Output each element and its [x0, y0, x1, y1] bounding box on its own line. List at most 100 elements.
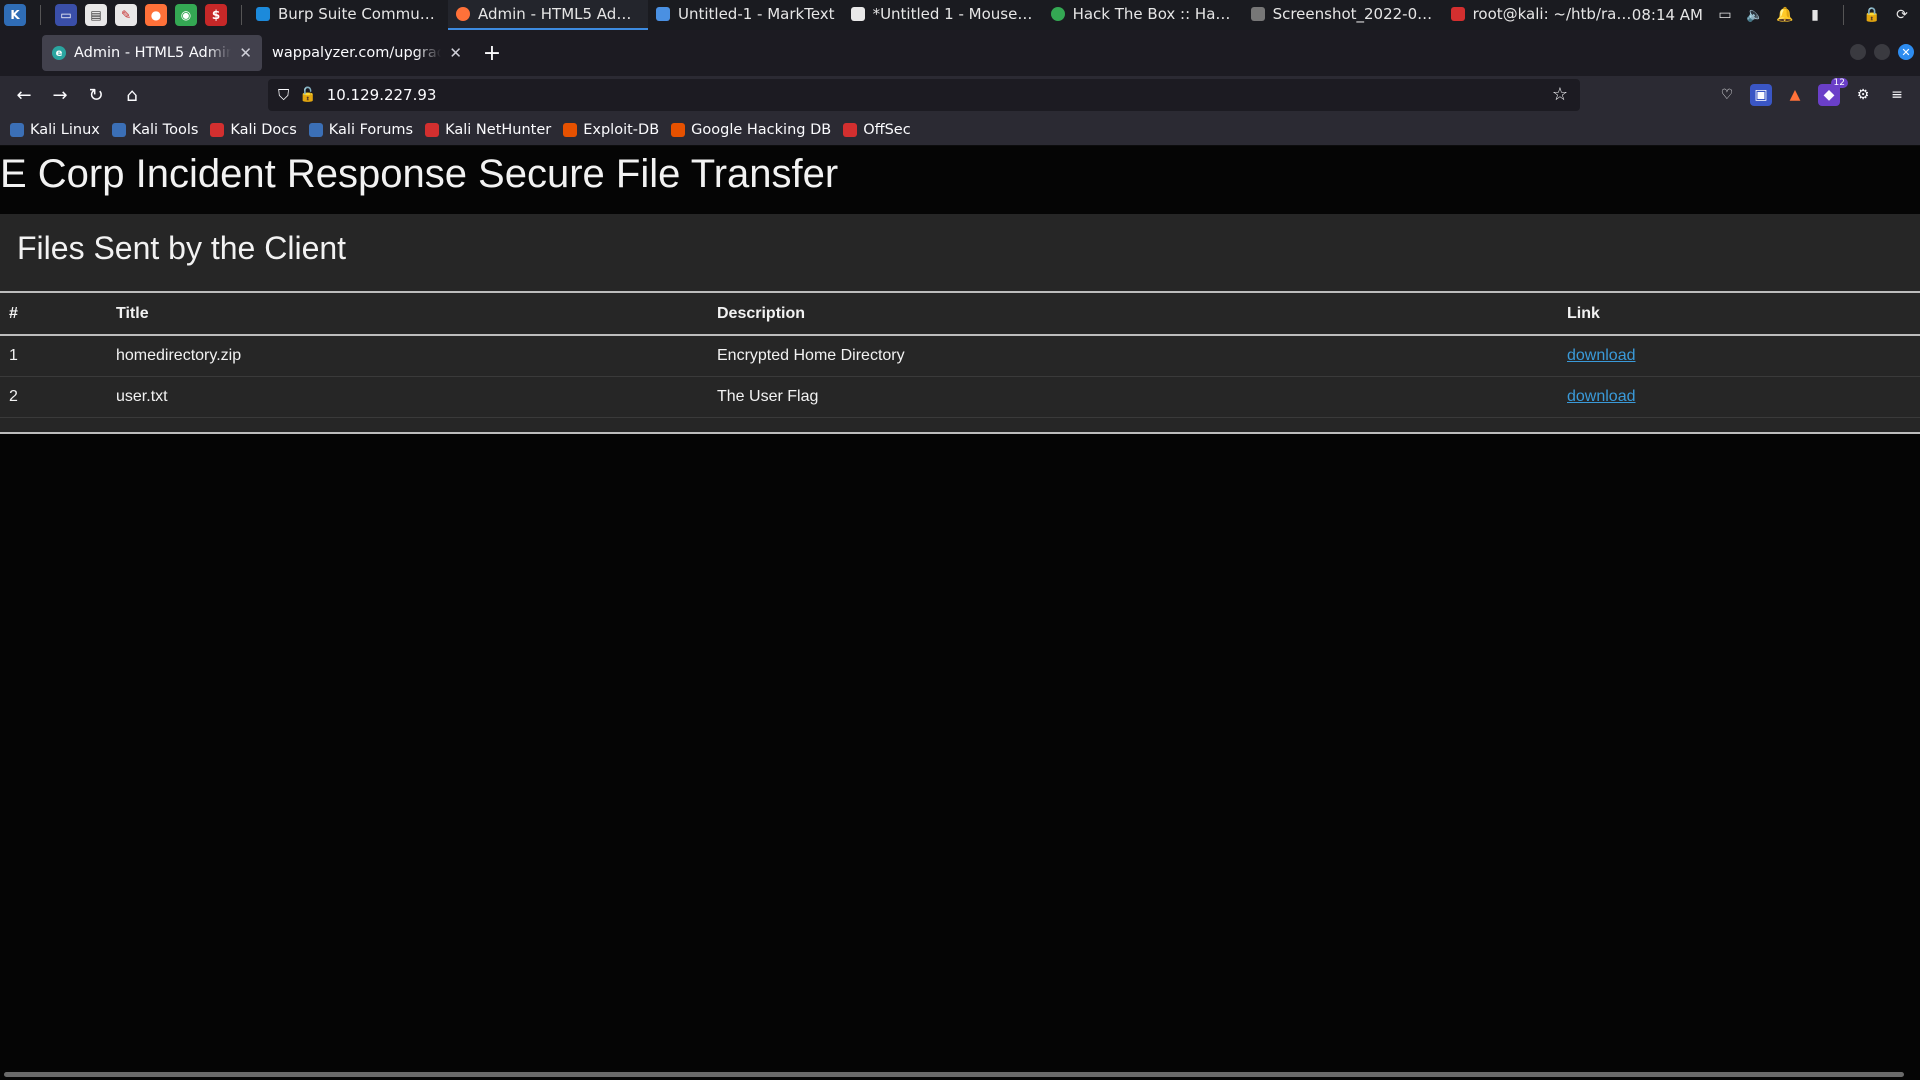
url-text[interactable]: 10.129.227.93: [327, 86, 437, 104]
taskbar-separator: [1843, 5, 1844, 25]
column-header-title: Title: [107, 293, 708, 336]
taskbar-separator: [40, 5, 41, 25]
close-tab-icon[interactable]: ✕: [239, 44, 252, 62]
browser-tab-strip: e Admin - HTML5 Admin Te ✕ wappalyzer.co…: [0, 30, 1920, 76]
download-link[interactable]: download: [1567, 347, 1636, 364]
taskbar-task-terminal[interactable]: root@kali: ~/htb/ransom: [1443, 0, 1632, 30]
site-favicon-icon: e: [52, 46, 66, 60]
task-label: Untitled-1 - MarkText: [678, 5, 835, 23]
minimize-button[interactable]: [1850, 44, 1866, 60]
bookmark-label: Kali Linux: [30, 121, 100, 138]
bookmark-exploit-db[interactable]: Exploit-DB: [563, 122, 659, 138]
download-link[interactable]: download: [1567, 388, 1636, 405]
horizontal-scrollbar[interactable]: [4, 1072, 1904, 1077]
web-page: E Corp Incident Response Secure File Tra…: [0, 146, 1920, 1080]
browser-tab-wappalyzer[interactable]: wappalyzer.com/upgraded/? ✕: [262, 35, 472, 71]
forward-arrow-icon[interactable]: →: [44, 79, 76, 111]
table-row: 2 user.txt The User Flag download: [0, 376, 1920, 418]
window-controls: ✕: [1850, 44, 1914, 60]
close-tab-icon[interactable]: ✕: [449, 44, 462, 62]
pocket-icon[interactable]: ♡: [1716, 84, 1738, 106]
bookmark-label: OffSec: [863, 121, 911, 138]
tracking-shield-icon[interactable]: ⛉: [278, 86, 289, 104]
cell-link: download: [1558, 335, 1920, 377]
url-bar[interactable]: ⛉ 🔓 10.129.227.93 ☆: [268, 79, 1580, 111]
taskbar-task-chrome[interactable]: Hack The Box :: Hack Th...: [1043, 0, 1243, 30]
launcher-group: K ▭ ▤ ✎ ● ◉ $: [0, 0, 248, 30]
bookmark-offsec[interactable]: OffSec: [843, 122, 911, 138]
firefox-icon[interactable]: ●: [145, 4, 167, 26]
bookmark-kali-docs[interactable]: Kali Docs: [210, 121, 297, 138]
file-manager-icon[interactable]: ▤: [85, 4, 107, 26]
taskbar-task-screenshot[interactable]: Screenshot_2022-06-0...: [1243, 0, 1443, 30]
firefox-icon: [456, 7, 470, 21]
bookmark-kali-nethunter[interactable]: Kali NetHunter: [425, 122, 551, 138]
bookmark-kali-linux[interactable]: Kali Linux: [10, 122, 100, 138]
bookmark-google-hacking-db[interactable]: Google Hacking DB: [671, 122, 831, 138]
kali-icon: [10, 122, 24, 137]
bookmark-label: Kali Docs: [230, 121, 297, 138]
display-icon[interactable]: ▭: [1717, 7, 1733, 23]
bookmark-star-icon[interactable]: ☆: [1552, 84, 1568, 105]
ghdb-icon: [671, 122, 686, 137]
cell-title: user.txt: [107, 376, 708, 418]
cell-description: Encrypted Home Directory: [708, 335, 1558, 377]
exploit-db-icon: [563, 122, 578, 137]
maximize-button[interactable]: [1874, 44, 1890, 60]
chrome-icon[interactable]: ◉: [175, 4, 197, 26]
kali-menu-icon[interactable]: K: [4, 4, 26, 26]
cell-link: download: [1558, 376, 1920, 418]
lock-icon[interactable]: 🔒: [1863, 7, 1880, 23]
desktop-icon[interactable]: ▭: [55, 4, 77, 26]
marktext-icon: [656, 7, 670, 21]
terminal-icon[interactable]: $: [205, 4, 227, 26]
notification-bell-icon[interactable]: 🔔: [1776, 7, 1793, 23]
taskbar-separator: [241, 5, 242, 25]
new-tab-button[interactable]: +: [476, 37, 508, 69]
taskbar-task-mousepad[interactable]: *Untitled 1 - Mousepad: [843, 0, 1043, 30]
taskbar-tasks: Burp Suite Community E... Admin - HTML5 …: [248, 0, 1632, 30]
bookmark-label: Kali NetHunter: [445, 121, 552, 138]
close-window-button[interactable]: ✕: [1898, 44, 1914, 60]
task-label: root@kali: ~/htb/ransom: [1472, 5, 1632, 23]
taskbar-task-burp[interactable]: Burp Suite Community E...: [248, 0, 448, 30]
battery-icon[interactable]: ▮: [1807, 7, 1823, 23]
padlock-icon[interactable]: 🔓: [299, 87, 316, 103]
back-arrow-icon[interactable]: ←: [8, 79, 40, 111]
cell-number: 2: [0, 376, 107, 418]
browser-navbar: ← → ↻ ⌂ ⛉ 🔓 10.129.227.93 ☆ ♡ ▣ ▲ ◆ 12 ⚙ …: [0, 76, 1920, 114]
offsec-icon: [843, 122, 858, 137]
cell-number: 1: [0, 335, 107, 377]
hamburger-menu-icon[interactable]: ≡: [1886, 84, 1908, 106]
kali-forums-icon: [308, 122, 323, 137]
kali-tools-icon: [111, 122, 126, 137]
cell-title: homedirectory.zip: [107, 335, 708, 377]
system-tray: 08:14 AM ▭ 🔈 🔔 ▮ 🔒 ⟳: [1632, 0, 1920, 30]
extension-icon[interactable]: ▣: [1750, 84, 1772, 106]
text-editor-icon[interactable]: ✎: [115, 4, 137, 26]
bookmark-kali-tools[interactable]: Kali Tools: [111, 122, 198, 138]
reload-icon[interactable]: ↻: [80, 79, 112, 111]
bookmark-kali-forums[interactable]: Kali Forums: [308, 122, 413, 138]
foxyproxy-icon[interactable]: ▲: [1784, 84, 1806, 106]
volume-icon[interactable]: 🔈: [1746, 7, 1763, 23]
files-table: # Title Description Link 1 homedirectory…: [0, 293, 1920, 418]
terminal-icon: [1450, 7, 1465, 21]
clock[interactable]: 08:14 AM: [1632, 6, 1703, 24]
taskbar-task-firefox[interactable]: Admin - HTML5 Admin T...: [448, 0, 648, 30]
taskbar-task-marktext[interactable]: Untitled-1 - MarkText: [648, 0, 843, 30]
task-label: Burp Suite Community E...: [278, 5, 440, 23]
tab-label: wappalyzer.com/upgraded/?: [272, 45, 442, 61]
cookie-editor-icon[interactable]: ⚙: [1852, 84, 1874, 106]
panel-heading: Files Sent by the Client: [17, 230, 347, 266]
image-viewer-icon: [1250, 7, 1265, 21]
browser-tab-admin[interactable]: e Admin - HTML5 Admin Te ✕: [42, 35, 262, 71]
logout-icon[interactable]: ⟳: [1894, 7, 1910, 23]
taskbar: K ▭ ▤ ✎ ● ◉ $ Burp Suite Community E... …: [0, 0, 1920, 30]
home-icon[interactable]: ⌂: [116, 79, 148, 111]
chrome-icon: [1050, 7, 1065, 21]
bookmark-label: Exploit-DB: [583, 121, 660, 138]
column-header-link: Link: [1558, 293, 1920, 336]
wappalyzer-icon[interactable]: ◆ 12: [1818, 78, 1848, 106]
table-header-row: # Title Description Link: [0, 293, 1920, 336]
